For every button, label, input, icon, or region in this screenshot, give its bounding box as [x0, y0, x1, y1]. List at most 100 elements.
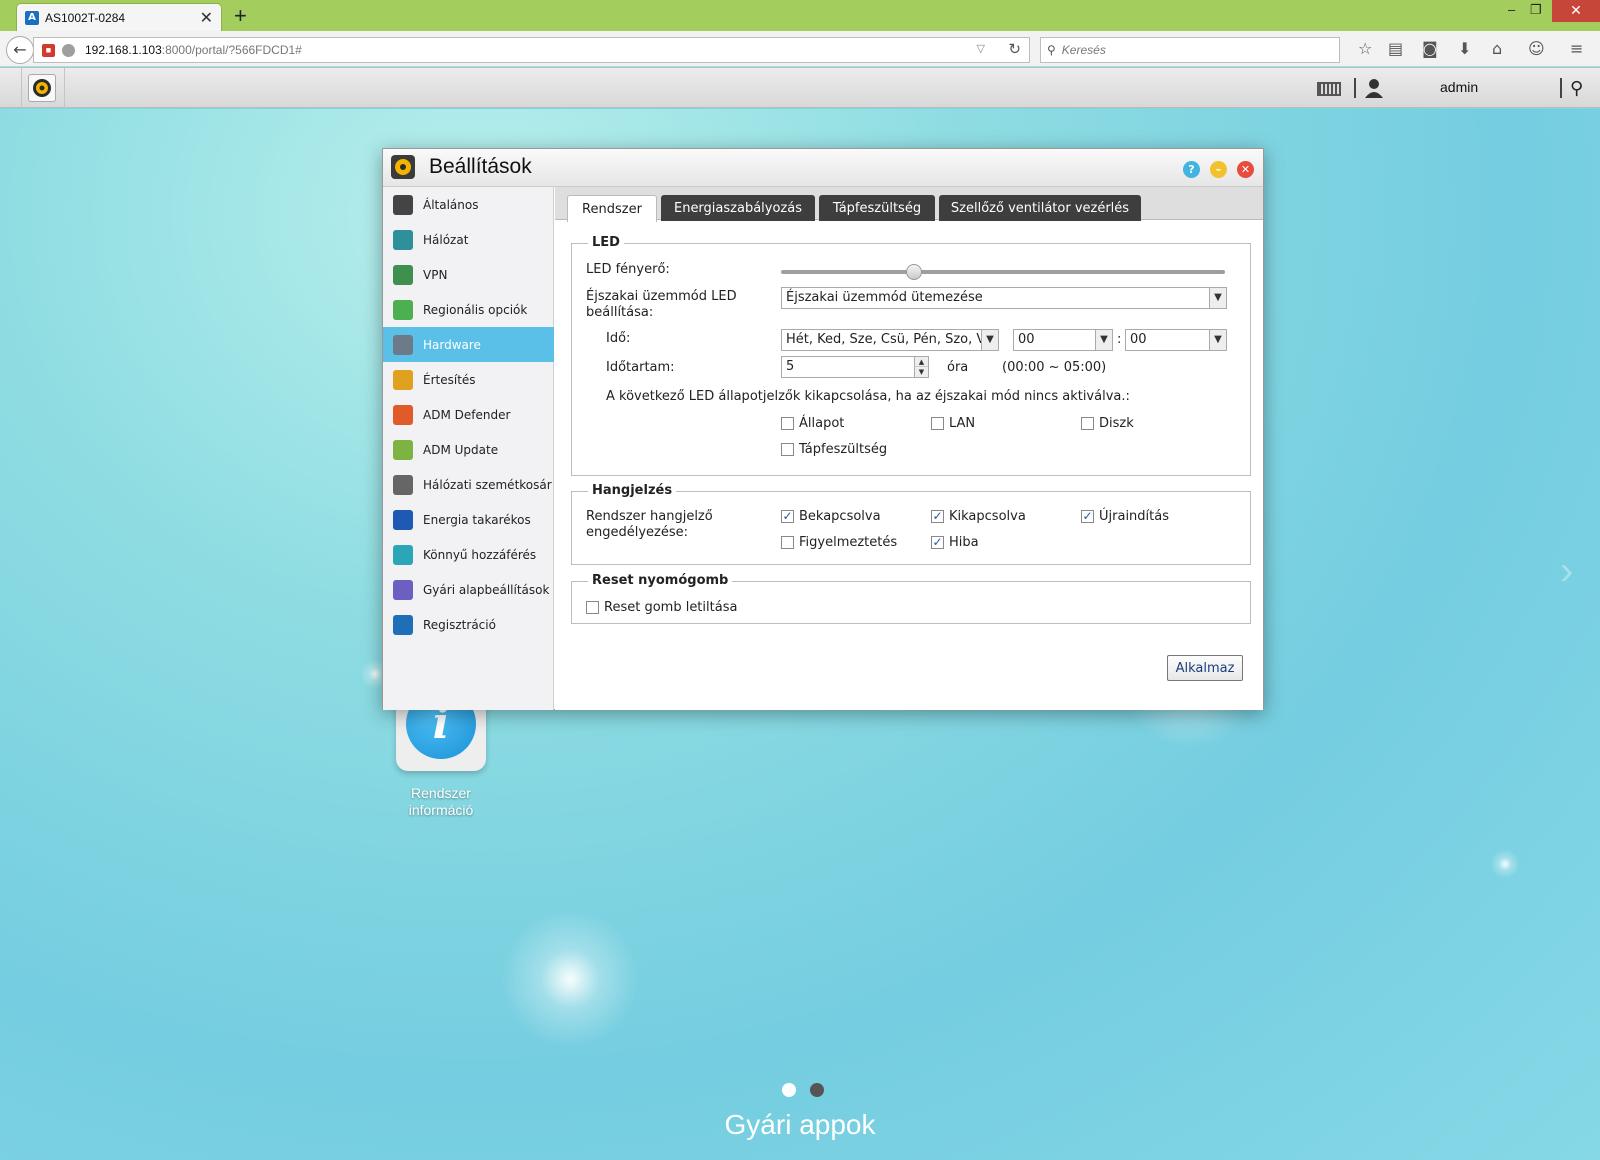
system-info-app-label[interactable]: Rendszer információ — [380, 785, 502, 819]
apply-button[interactable]: Alkalmaz — [1167, 655, 1243, 681]
menu-icon[interactable]: ≡ — [1570, 39, 1583, 58]
site-identity-icon[interactable]: ■ — [42, 43, 55, 57]
settings-content: Rendszer Energiaszabályozás Tápfeszültsé… — [555, 187, 1263, 710]
url-dropdown-icon[interactable]: ▽ — [977, 42, 985, 55]
checkbox-box[interactable] — [586, 601, 599, 614]
reload-icon[interactable]: ↻ — [1008, 40, 1021, 58]
duration-stepper[interactable]: 5 ▲ ▼ — [781, 356, 929, 378]
led-legend: LED — [588, 235, 624, 250]
buzzer-checkbox-hiba[interactable]: ✓ Hiba — [931, 535, 979, 550]
download-icon[interactable]: ⬇ — [1458, 39, 1471, 58]
chevron-down-icon: ▼ — [981, 330, 998, 350]
alert-icon — [393, 369, 413, 390]
new-tab-button[interactable]: + — [234, 3, 247, 29]
pocket-icon[interactable]: ◙ — [1422, 39, 1438, 58]
sidebar-item[interactable]: Általános — [383, 187, 554, 222]
settings-app-button[interactable] — [28, 74, 56, 102]
sidebar-item[interactable]: Könnyű hozzáférés — [383, 537, 554, 572]
url-bar[interactable]: ■ 192.168.1.103:8000/portal/?566FDCD1# ▽… — [33, 37, 1030, 63]
close-button[interactable]: ✕ — [1237, 161, 1254, 178]
reset-disable-checkbox[interactable]: Reset gomb letiltása — [586, 600, 737, 615]
home-icon[interactable]: ⌂ — [1492, 39, 1502, 58]
duration-unit: óra — [947, 360, 969, 375]
tab-rendszer[interactable]: Rendszer — [567, 195, 657, 222]
buzzer-checkbox-kikapcsolva[interactable]: ✓ Kikapcsolva — [931, 509, 1026, 524]
page-dot-active[interactable] — [782, 1083, 796, 1097]
gear-icon — [395, 159, 411, 175]
hour-select[interactable]: 00 ▼ — [1013, 329, 1113, 351]
back-button[interactable]: ← — [6, 36, 34, 64]
led-checkbox-allapot[interactable]: Állapot — [781, 416, 844, 431]
sidebar-item[interactable]: Gyári alapbeállítások — [383, 572, 554, 607]
sidebar-item[interactable]: VPN — [383, 257, 554, 292]
sidebar-item[interactable]: Regionális opciók — [383, 292, 554, 327]
desktop-page-caption: Gyári appok — [724, 1109, 876, 1140]
sidebar-item[interactable]: ADM Update — [383, 432, 554, 467]
hello-icon[interactable]: ☺ — [1528, 39, 1545, 58]
tab-tapfeszultseg[interactable]: Tápfeszültség — [819, 195, 935, 221]
buzzer-checkbox-ujrainditas[interactable]: ✓ Újraindítás — [1081, 509, 1169, 524]
sidebar-item[interactable]: Energia takarékos — [383, 502, 554, 537]
checkbox-label: Diszk — [1099, 416, 1134, 431]
window-close-button[interactable]: ✕ — [1552, 0, 1600, 22]
sidebar-item[interactable]: Hálózat — [383, 222, 554, 257]
led-checkbox-tapfeszultseg[interactable]: Tápfeszültség — [781, 442, 887, 457]
sidebar-item[interactable]: Hálózati szemétkosár — [383, 467, 554, 502]
stepper-up-icon[interactable]: ▲ — [914, 357, 928, 367]
stepper-down-icon[interactable]: ▼ — [914, 367, 928, 377]
tab-ventilator[interactable]: Szellőző ventilátor vezérlés — [939, 195, 1141, 221]
checkbox-box[interactable] — [781, 443, 794, 456]
help-button[interactable]: ? — [1183, 161, 1200, 178]
days-select[interactable]: Hét, Ked, Sze, Csü, Pén, Szo, V ▼ — [781, 329, 999, 351]
buzzer-label-line2: engedélyezése: — [586, 525, 689, 540]
minimize-button[interactable]: – — [1210, 161, 1227, 178]
led-checkbox-lan[interactable]: LAN — [931, 416, 975, 431]
buzzer-checkbox-bekapcsolva[interactable]: ✓ Bekapcsolva — [781, 509, 881, 524]
window-restore-button[interactable]: ❐ — [1530, 2, 1542, 18]
chevron-down-icon: ▼ — [1095, 330, 1112, 350]
reading-list-icon[interactable]: ▤ — [1388, 39, 1403, 58]
checkbox-box[interactable] — [1081, 417, 1094, 430]
region-icon — [393, 299, 413, 320]
window-minimize-button[interactable]: – — [1508, 2, 1515, 17]
chevron-down-icon: ▼ — [1209, 288, 1226, 308]
gear-icon — [33, 79, 51, 97]
buzzer-checkbox-figyelmeztetes[interactable]: Figyelmeztetés — [781, 535, 897, 550]
night-mode-select[interactable]: Éjszakai üzemmód ütemezése ▼ — [781, 287, 1227, 309]
sidebar-item-label: Energia takarékos — [423, 512, 531, 527]
browser-tab[interactable]: A AS1002T-0284 ✕ — [16, 3, 222, 31]
led-brightness-slider[interactable] — [781, 264, 1225, 280]
checkbox-box[interactable]: ✓ — [931, 536, 944, 549]
sidebar-item[interactable]: Hardware — [383, 327, 554, 362]
next-page-arrow-icon[interactable]: › — [1560, 549, 1573, 594]
sidebar-item[interactable]: Regisztráció — [383, 607, 554, 642]
sidebar-item[interactable]: Értesítés — [383, 362, 554, 397]
checkbox-label: Állapot — [799, 416, 845, 431]
checkbox-box[interactable]: ✓ — [1081, 510, 1094, 523]
sidebar-item[interactable]: ADM Defender — [383, 397, 554, 432]
tab-close-icon[interactable]: ✕ — [200, 8, 213, 27]
checkbox-box[interactable]: ✓ — [931, 510, 944, 523]
keyboard-icon[interactable] — [1317, 82, 1341, 96]
checkbox-box[interactable] — [931, 417, 944, 430]
system-info-label-line: Rendszer — [411, 785, 471, 801]
trash-icon — [393, 474, 413, 495]
bookmark-star-icon[interactable]: ☆ — [1358, 39, 1372, 58]
duration-range: (00:00 ~ 05:00) — [1002, 360, 1107, 375]
minute-select[interactable]: 00 ▼ — [1125, 329, 1227, 351]
search-input[interactable]: ⚲ Keresés — [1040, 37, 1340, 63]
checkbox-box[interactable] — [781, 417, 794, 430]
page-dot[interactable] — [810, 1083, 824, 1097]
led-checkbox-diszk[interactable]: Diszk — [1081, 416, 1134, 431]
tab-energiaszabalyozas[interactable]: Energiaszabályozás — [661, 195, 815, 221]
checkbox-box[interactable]: ✓ — [781, 510, 794, 523]
sidebar-item-label: Hálózati szemétkosár — [423, 477, 552, 492]
search-icon[interactable]: ⚲ — [1570, 78, 1583, 99]
username[interactable]: admin — [1440, 79, 1478, 95]
window-header[interactable]: Beállítások ? – ✕ — [383, 149, 1263, 187]
checkbox-box[interactable] — [781, 536, 794, 549]
user-icon[interactable] — [1364, 78, 1384, 98]
browser-titlebar: A AS1002T-0284 ✕ + – ❐ ✕ — [0, 0, 1600, 31]
sidebar-item-label: VPN — [423, 267, 448, 282]
taskbar-divider — [1560, 78, 1562, 98]
